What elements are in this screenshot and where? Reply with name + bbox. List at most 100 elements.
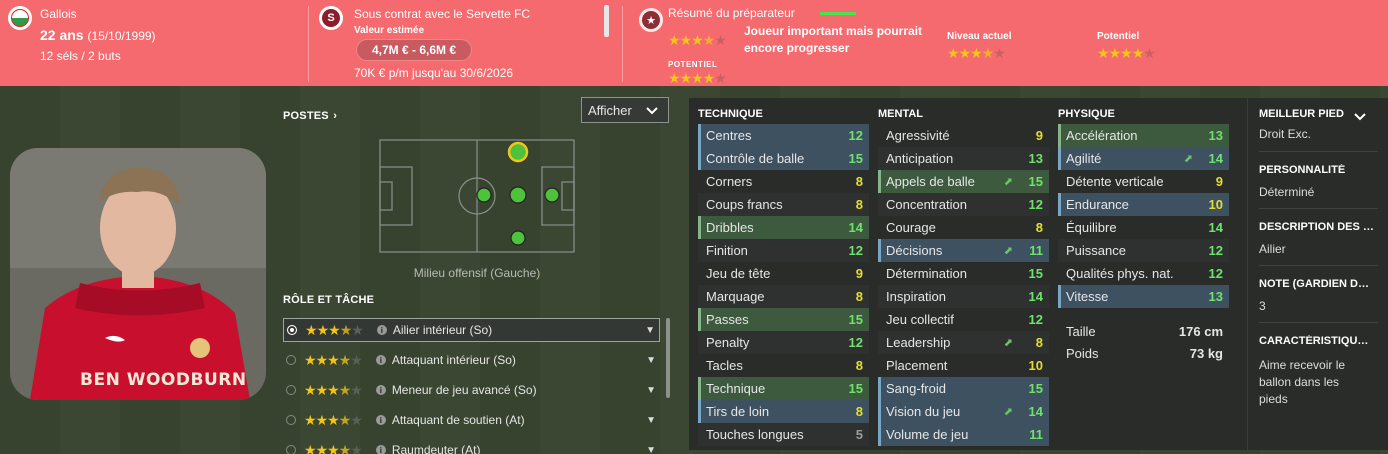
attribute-row[interactable]: Jeu collectif 12 <box>878 308 1049 331</box>
info-icon[interactable]: i <box>375 445 386 454</box>
servette-club-icon[interactable]: S <box>319 6 343 30</box>
attribute-value: 9 <box>1035 128 1043 143</box>
attribute-row[interactable]: Qualités phys. nat. 12 <box>1058 262 1229 285</box>
attribute-name: Qualités phys. nat. <box>1066 266 1174 281</box>
roles-scrollbar[interactable] <box>666 318 670 398</box>
contract-status[interactable]: Sous contrat avec le Servette FC <box>354 7 530 21</box>
trend-up-arrow-icon: ⬈ <box>1003 337 1013 349</box>
attribute-row[interactable]: Vitesse 13 <box>1058 285 1229 308</box>
attribute-row[interactable]: Vision du jeu ⬈ 14 <box>878 400 1049 423</box>
position-dot-aml[interactable] <box>507 141 529 163</box>
attribute-name: Équilibre <box>1066 220 1117 235</box>
attribute-row[interactable]: Agressivité 9 <box>878 124 1049 147</box>
attribute-name: Anticipation <box>886 151 954 166</box>
attribute-row[interactable]: Touches longues 5 <box>698 423 869 446</box>
current-level-stars: ★★★★★ <box>947 45 1006 61</box>
star-badge-icon: ★ <box>639 8 663 32</box>
attribute-row[interactable]: Détente verticale 9 <box>1058 170 1229 193</box>
role-radio[interactable] <box>286 385 296 395</box>
position-dot-amr[interactable] <box>510 230 526 246</box>
attribute-row[interactable]: Appels de balle ⬈ 15 <box>878 170 1049 193</box>
role-label: Meneur de jeu avancé (So) <box>391 383 537 397</box>
scout-confidence-bar <box>820 12 856 15</box>
attribute-row[interactable]: Inspiration 14 <box>878 285 1049 308</box>
chevron-down-icon[interactable]: ▼ <box>646 355 656 366</box>
role-item[interactable]: ★★★★★ i Raumdeuter (At) ▼ <box>283 438 660 454</box>
attribute-row[interactable]: Volume de jeu 11 <box>878 423 1049 446</box>
chevron-down-icon[interactable]: ▼ <box>646 445 656 454</box>
attribute-row[interactable]: Placement 10 <box>878 354 1049 377</box>
attribute-name: Tacles <box>706 358 743 373</box>
role-item[interactable]: ★★★★★ i Attaquant de soutien (At) ▼ <box>283 408 660 432</box>
attribute-row[interactable]: Leadership ⬈ 8 <box>878 331 1049 354</box>
scout-section: ★ Résumé du préparateur ★★★★★ Joueur imp… <box>623 0 1388 86</box>
role-stars: ★★★★★ <box>304 442 363 454</box>
attribute-row[interactable]: Jeu de tête 9 <box>698 262 869 285</box>
attribute-row[interactable]: Tacles 8 <box>698 354 869 377</box>
attribute-row[interactable]: Détermination 15 <box>878 262 1049 285</box>
chevron-down-icon[interactable]: ▼ <box>645 325 655 336</box>
info-icon[interactable]: i <box>375 415 386 425</box>
attribute-row[interactable]: Finition 12 <box>698 239 869 262</box>
attribute-name: Appels de balle <box>886 174 975 189</box>
attribute-row[interactable]: Penalty 12 <box>698 331 869 354</box>
role-radio[interactable] <box>287 325 297 335</box>
attribute-name: Contrôle de balle <box>706 151 805 166</box>
attribute-name: Vitesse <box>1066 289 1109 304</box>
show-dropdown[interactable]: Afficher <box>581 97 669 123</box>
attribute-row[interactable]: Puissance 12 <box>1058 239 1229 262</box>
role-radio[interactable] <box>286 355 296 365</box>
info-icon[interactable]: i <box>376 325 387 335</box>
attribute-name: Puissance <box>1066 243 1126 258</box>
positions-header[interactable]: POSTES › <box>283 106 337 124</box>
position-dot-mc[interactable] <box>476 187 492 203</box>
chevron-down-icon[interactable] <box>1354 113 1366 121</box>
attribute-row[interactable]: Décisions ⬈ 11 <box>878 239 1049 262</box>
attribute-row[interactable]: Passes 15 <box>698 308 869 331</box>
attribute-row[interactable]: Contrôle de balle 15 <box>698 147 869 170</box>
mental-title: MENTAL <box>878 108 924 120</box>
attribute-row[interactable]: Tirs de loin 8 <box>698 400 869 423</box>
role-item[interactable]: ★★★★★ i Attaquant intérieur (So) ▼ <box>283 348 660 372</box>
chevron-down-icon[interactable]: ▼ <box>646 415 656 426</box>
role-radio[interactable] <box>286 445 296 454</box>
contract-scrollbar[interactable] <box>604 5 609 37</box>
attribute-row[interactable]: Concentration 12 <box>878 193 1049 216</box>
role-label: Raumdeuter (At) <box>391 443 481 454</box>
scout-summary-line2: encore progresser <box>744 41 850 55</box>
scout-summary: Joueur important mais pourrait encore pr… <box>744 23 922 57</box>
attribute-row[interactable]: Technique 15 <box>698 377 869 400</box>
attribute-row[interactable]: Anticipation 13 <box>878 147 1049 170</box>
attribute-row[interactable]: Corners 8 <box>698 170 869 193</box>
attribute-row[interactable]: Agilité ⬈ 14 <box>1058 147 1229 170</box>
info-icon[interactable]: i <box>375 355 386 365</box>
attribute-row[interactable]: Dribbles 14 <box>698 216 869 239</box>
role-item[interactable]: ★★★★★ i Ailier intérieur (So) ▼ <box>283 318 660 342</box>
attribute-row[interactable]: Marquage 8 <box>698 285 869 308</box>
height-label: Taille <box>1066 323 1096 339</box>
attribute-value: 12 <box>1028 197 1043 212</box>
attribute-row[interactable]: Équilibre 14 <box>1058 216 1229 239</box>
scout-summary-line1: Joueur important mais pourrait <box>744 24 923 38</box>
attribute-row[interactable]: Sang-froid 15 <box>878 377 1049 400</box>
attribute-value: 12 <box>848 243 863 258</box>
role-item[interactable]: ★★★★★ i Meneur de jeu avancé (So) ▼ <box>283 378 660 402</box>
attribute-value: 14 <box>1208 151 1223 166</box>
info-icon[interactable]: i <box>375 385 386 395</box>
attribute-value: 8 <box>855 358 863 373</box>
chevron-down-icon[interactable]: ▼ <box>646 385 656 396</box>
attribute-value: 13 <box>1208 128 1223 143</box>
attribute-row[interactable]: Courage 8 <box>878 216 1049 239</box>
attribute-row[interactable]: Endurance 10 <box>1058 193 1229 216</box>
attribute-row[interactable]: Accélération 13 <box>1058 124 1229 147</box>
attribute-value: 14 <box>1208 220 1223 235</box>
position-dot-st[interactable] <box>544 187 560 203</box>
attribute-row[interactable]: Coups francs 8 <box>698 193 869 216</box>
scout-report-title[interactable]: Résumé du préparateur <box>668 6 795 20</box>
attribute-value: 12 <box>1208 266 1223 281</box>
role-radio[interactable] <box>286 415 296 425</box>
position-dot-amc[interactable] <box>509 186 527 204</box>
attribute-row[interactable]: Centres 12 <box>698 124 869 147</box>
attribute-name: Centres <box>706 128 752 143</box>
attribute-value: 5 <box>855 427 863 442</box>
